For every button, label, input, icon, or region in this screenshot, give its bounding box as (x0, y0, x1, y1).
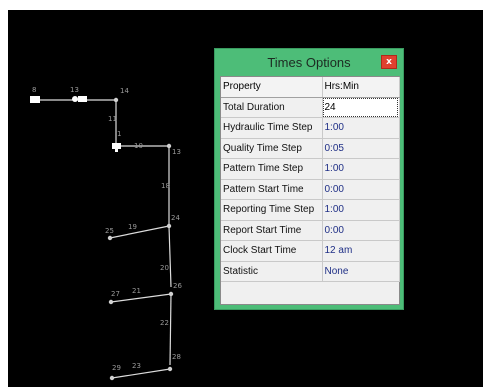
property-value[interactable]: 12 am (322, 240, 400, 262)
node-marker[interactable] (167, 366, 173, 372)
column-header-property: Property (221, 77, 323, 98)
property-row-pattern-time-step[interactable]: Pattern Time Step 1:00 (221, 158, 400, 180)
link-label: 20 (160, 264, 169, 272)
node-label: 28 (172, 353, 181, 361)
pump-icon[interactable] (72, 96, 78, 102)
property-value[interactable]: 0:05 (322, 138, 400, 159)
node-label: 26 (173, 282, 182, 290)
link-label: 19 (128, 223, 137, 231)
node-label: 29 (112, 364, 121, 372)
property-label: Statistic (221, 261, 323, 282)
pump-icon[interactable] (78, 96, 87, 102)
node-label: 1 (117, 130, 121, 138)
node-marker[interactable] (107, 235, 113, 241)
link-label: 21 (132, 287, 141, 295)
link-label: 18 (161, 182, 170, 190)
dialog-titlebar[interactable]: Times Options x (215, 49, 403, 77)
junction-nodes (107, 97, 174, 381)
property-value[interactable]: None (322, 261, 400, 282)
dialog-title: Times Options (267, 55, 351, 70)
link[interactable] (110, 293, 172, 303)
link-label: 10 (134, 142, 143, 150)
reservoir-icon[interactable] (30, 96, 40, 103)
node-label: 8 (32, 86, 36, 94)
link-label: 11 (108, 115, 117, 123)
property-value[interactable]: 1:00 (322, 158, 400, 180)
property-value[interactable]: 1:00 (322, 117, 400, 139)
node-label: 13 (70, 86, 79, 94)
column-header-value: Hrs:Min (322, 77, 400, 98)
node-label: 25 (105, 227, 114, 235)
property-row-quality-time-step[interactable]: Quality Time Step 0:05 (221, 138, 400, 159)
property-label: Pattern Time Step (221, 158, 323, 180)
header-row: Property Hrs:Min (221, 77, 400, 98)
network-links (35, 99, 172, 379)
node-label: 14 (120, 87, 129, 95)
property-label: Pattern Start Time (221, 179, 323, 200)
link[interactable] (168, 225, 172, 288)
property-table: Property Hrs:Min Total Duration 24 Hydra… (221, 77, 400, 282)
node-marker[interactable] (113, 97, 119, 103)
link[interactable] (109, 225, 170, 239)
property-grid: Property Hrs:Min Total Duration 24 Hydra… (220, 76, 400, 305)
property-label: Quality Time Step (221, 138, 323, 159)
property-row-report-start-time[interactable]: Report Start Time 0:00 (221, 220, 400, 241)
link[interactable] (169, 293, 172, 366)
property-label: Report Start Time (221, 220, 323, 241)
link-label: 22 (160, 319, 169, 327)
property-label: Reporting Time Step (221, 199, 323, 221)
node-marker[interactable] (168, 291, 174, 297)
property-row-total-duration[interactable]: Total Duration 24 (221, 97, 400, 118)
property-row-pattern-start-time[interactable]: Pattern Start Time 0:00 (221, 179, 400, 200)
times-options-dialog: Times Options x Property Hrs:Min Total D… (214, 48, 404, 310)
property-label: Hydraulic Time Step (221, 117, 323, 139)
property-row-reporting-time-step[interactable]: Reporting Time Step 1:00 (221, 199, 400, 221)
close-button[interactable]: x (381, 55, 397, 69)
link-label: 23 (132, 362, 141, 370)
property-value[interactable]: 0:00 (322, 220, 400, 241)
property-value[interactable]: 1:00 (322, 199, 400, 221)
property-row-statistic[interactable]: Statistic None (221, 261, 400, 282)
node-marker[interactable] (108, 299, 114, 305)
property-label: Total Duration (221, 97, 323, 118)
node-marker[interactable] (109, 375, 115, 381)
node-label: 24 (171, 214, 180, 222)
node-marker[interactable] (166, 143, 172, 149)
property-row-clock-start-time[interactable]: Clock Start Time 12 am (221, 240, 400, 262)
property-value[interactable]: 0:00 (322, 179, 400, 200)
node-marker[interactable] (166, 223, 172, 229)
node-label: 27 (111, 290, 120, 298)
property-row-hydraulic-time-step[interactable]: Hydraulic Time Step 1:00 (221, 117, 400, 139)
property-label: Clock Start Time (221, 240, 323, 262)
node-label: 13 (172, 148, 181, 156)
value-editor[interactable]: 24 (322, 97, 400, 118)
tank-icon (115, 148, 118, 152)
